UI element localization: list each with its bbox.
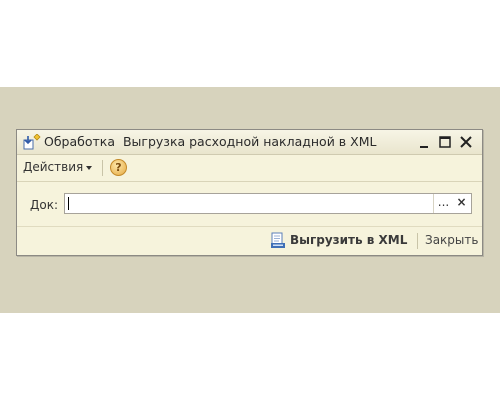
doc-label: Док: [30, 198, 59, 212]
actions-menu-label: Действия [23, 160, 84, 174]
actions-menu[interactable]: Действия [23, 160, 93, 174]
doc-field: ... × [64, 193, 472, 214]
window-title-prefix: Обработка [44, 134, 115, 149]
minimize-button[interactable] [416, 134, 432, 150]
chevron-down-icon [86, 165, 93, 170]
toolbar-separator [102, 160, 103, 176]
processing-window: Обработка Выгрузка расходной накладной в… [16, 129, 483, 256]
close-icon[interactable] [458, 134, 474, 150]
toolbar: Действия ? [17, 155, 482, 182]
text-cursor [68, 197, 69, 210]
window-titlebar[interactable]: Обработка Выгрузка расходной накладной в… [17, 130, 482, 155]
footer-separator [417, 233, 418, 249]
window-title: Обработка Выгрузка расходной накладной в… [44, 134, 376, 149]
window-title-main: Выгрузка расходной накладной в XML [122, 134, 377, 149]
document-export-icon [270, 232, 286, 253]
clear-button[interactable]: × [452, 194, 471, 213]
processing-icon [23, 133, 41, 150]
close-button[interactable]: Закрыть [425, 233, 478, 247]
form-footer: Выгрузить в XML Закрыть [17, 226, 482, 255]
export-xml-label: Выгрузить в XML [290, 233, 408, 247]
doc-input[interactable] [65, 194, 437, 213]
help-button[interactable]: ? [110, 159, 127, 176]
maximize-button[interactable] [437, 134, 453, 150]
select-button[interactable]: ... [433, 194, 453, 213]
